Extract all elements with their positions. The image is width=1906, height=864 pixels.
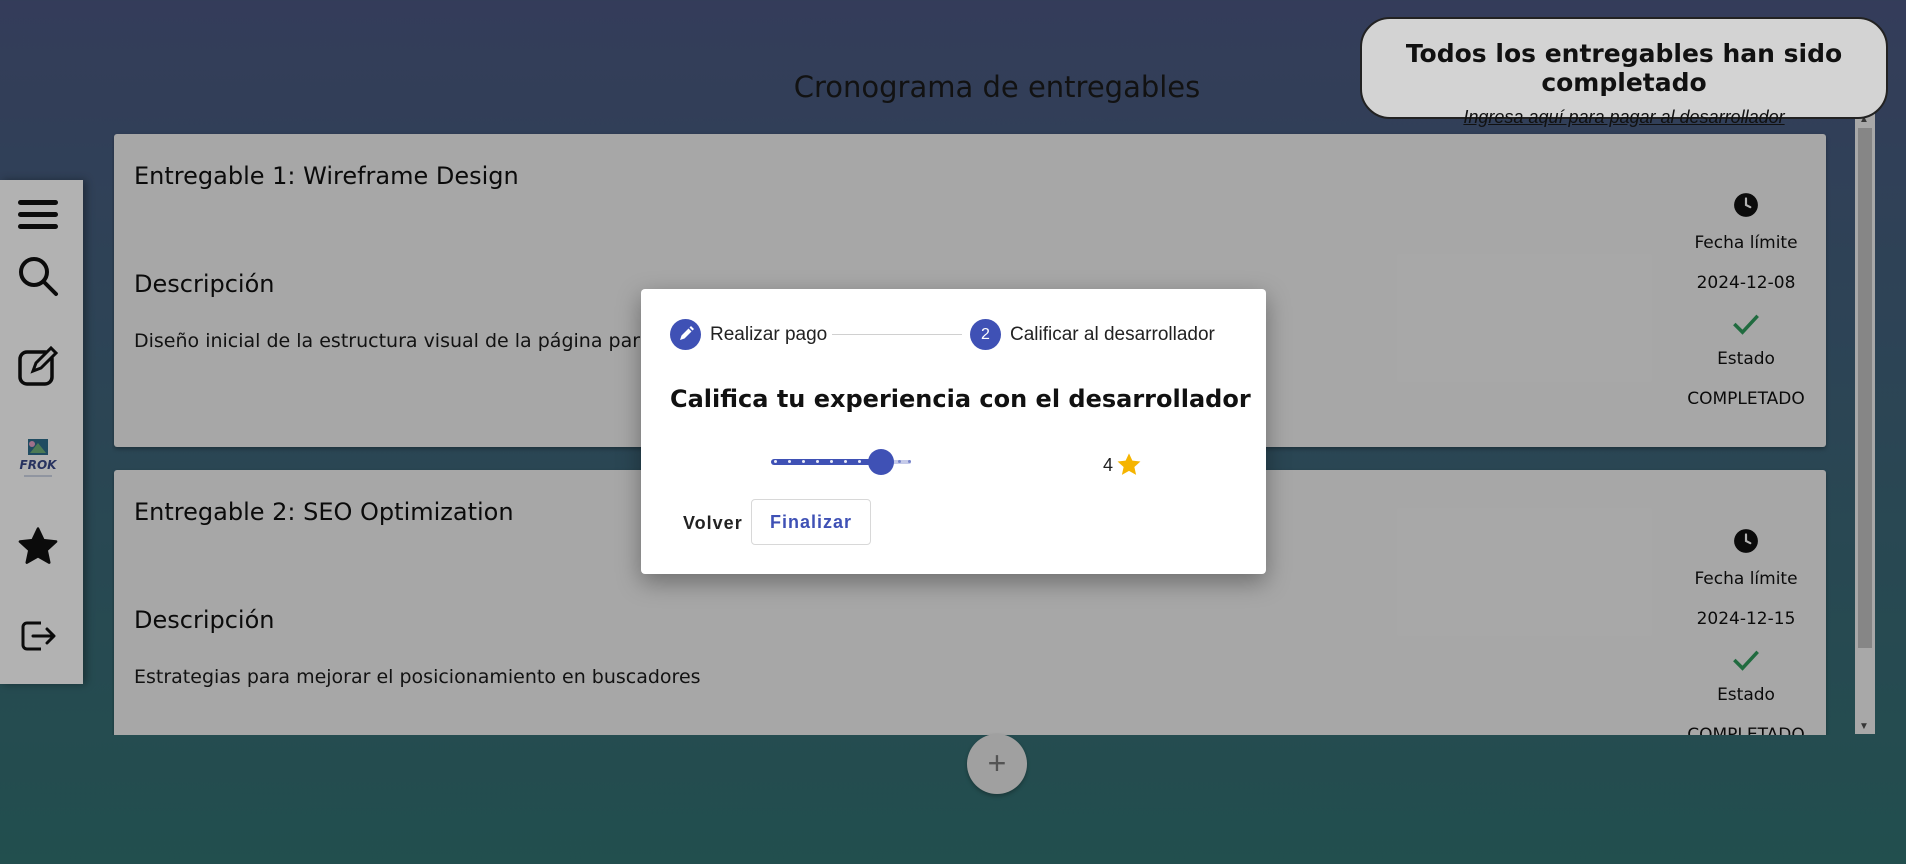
back-button[interactable]: Volver xyxy=(671,501,755,545)
slider-tick xyxy=(788,460,791,463)
step-1-label: Realizar pago xyxy=(710,324,828,345)
step-2-label: Calificar al desarrollador xyxy=(1010,324,1215,345)
slider-thumb[interactable] xyxy=(868,449,894,475)
rating-display: 4 xyxy=(1103,451,1143,479)
rating-dialog: Realizar pago 2 Calificar al desarrollad… xyxy=(641,289,1266,574)
step-2-number: 2 xyxy=(970,319,1001,350)
step-connector xyxy=(832,334,962,335)
rating-value: 4 xyxy=(1103,454,1114,475)
notice-title: Todos los entregables han sido completad… xyxy=(1405,39,1843,97)
stepper: Realizar pago 2 Calificar al desarrollad… xyxy=(670,319,1240,351)
star-icon xyxy=(1117,453,1141,475)
slider-tick xyxy=(774,460,777,463)
rating-slider[interactable] xyxy=(771,447,916,477)
slider-tick xyxy=(830,460,833,463)
slider-tick xyxy=(844,460,847,463)
slider-tick xyxy=(908,460,911,463)
slider-tick xyxy=(802,460,805,463)
dialog-heading: Califica tu experiencia con el desarroll… xyxy=(670,385,1251,413)
slider-tick xyxy=(898,460,901,463)
pay-developer-link[interactable]: Ingresa aquí para pagar al desarrollador xyxy=(1463,107,1784,128)
step-1-edit-icon xyxy=(670,319,701,350)
slider-tick xyxy=(816,460,819,463)
finish-button[interactable]: Finalizar xyxy=(751,499,871,545)
completion-notice: Todos los entregables han sido completad… xyxy=(1360,17,1888,127)
slider-tick xyxy=(858,460,861,463)
